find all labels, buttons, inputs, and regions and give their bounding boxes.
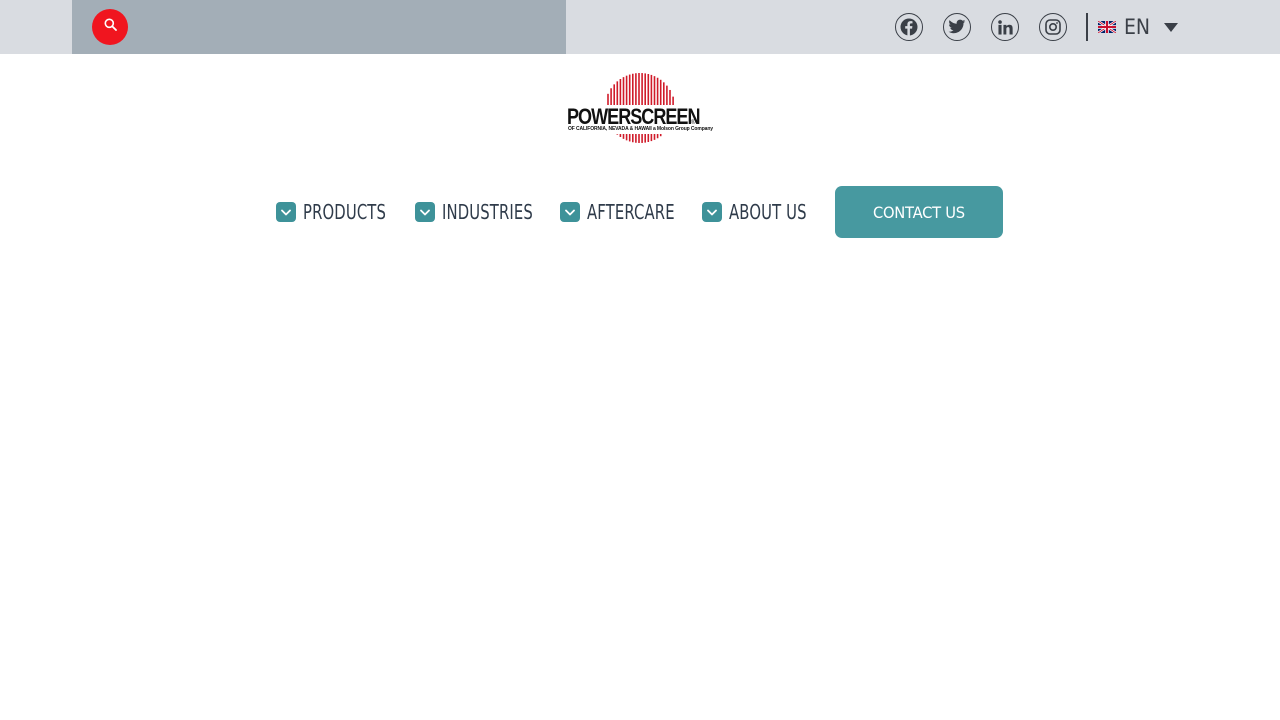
twitter-icon bbox=[948, 19, 966, 35]
uk-flag-icon bbox=[1098, 21, 1116, 33]
nav-item-products[interactable]: PRODUCTS bbox=[276, 196, 415, 228]
search-button[interactable] bbox=[92, 9, 128, 45]
nav-item-label: INDUSTRIES bbox=[442, 200, 533, 224]
language-divider bbox=[1086, 13, 1088, 41]
top-bar: EN bbox=[0, 0, 1280, 54]
nav-item-label: ABOUT US bbox=[729, 200, 807, 224]
nav-item-aftercare[interactable]: AFTERCARE bbox=[560, 196, 706, 228]
instagram-icon bbox=[1045, 19, 1061, 35]
facebook-link[interactable] bbox=[895, 13, 923, 41]
language-selector[interactable]: EN bbox=[1098, 12, 1179, 42]
chevron-down-icon bbox=[560, 202, 580, 222]
language-code: EN bbox=[1124, 15, 1151, 39]
instagram-link[interactable] bbox=[1039, 13, 1067, 41]
chevron-down-icon bbox=[276, 202, 296, 222]
facebook-icon bbox=[900, 18, 918, 36]
search-icon bbox=[104, 18, 117, 36]
linkedin-link[interactable] bbox=[991, 13, 1019, 41]
linkedin-icon bbox=[997, 19, 1013, 35]
nav-item-industries[interactable]: INDUSTRIES bbox=[415, 196, 565, 228]
twitter-link[interactable] bbox=[943, 13, 971, 41]
logo-subtitle: OF CALIFORNIA, NEVADA & HAWAII a Molson … bbox=[568, 126, 713, 132]
nav-item-about-us[interactable]: ABOUT US bbox=[702, 196, 834, 228]
chevron-down-icon bbox=[415, 202, 435, 222]
powerscreen-logo[interactable]: POWERSCREEN ® OF CALIFORNIA, NEVADA & HA… bbox=[567, 72, 713, 146]
chevron-down-icon bbox=[702, 202, 722, 222]
nav-item-label: PRODUCTS bbox=[303, 200, 387, 224]
contact-us-button[interactable]: CONTACT US bbox=[835, 186, 1003, 238]
nav-item-label: AFTERCARE bbox=[587, 200, 675, 224]
search-panel[interactable] bbox=[72, 0, 566, 54]
caret-down-icon bbox=[1164, 22, 1179, 32]
contact-us-label: CONTACT US bbox=[873, 202, 965, 222]
